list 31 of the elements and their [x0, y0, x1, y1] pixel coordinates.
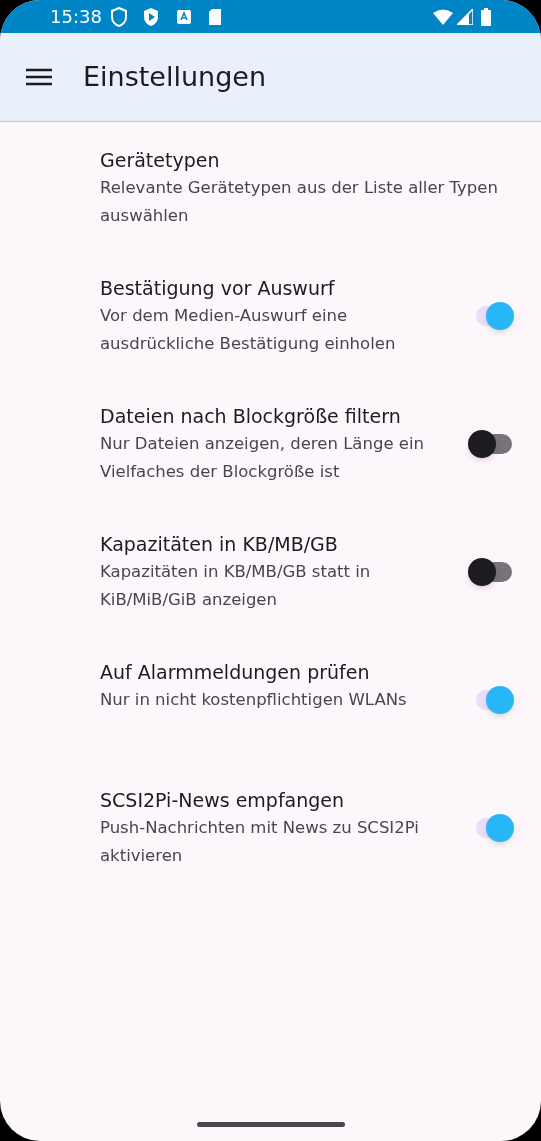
signal-icon — [457, 8, 473, 25]
setting-title: SCSI2Pi-News empfangen — [100, 788, 346, 813]
sd-card-icon — [207, 7, 222, 26]
app-title: Einstellungen — [83, 59, 267, 94]
menu-icon[interactable] — [26, 68, 52, 86]
setting-title: Dateien nach Blockgröße filtern — [100, 404, 402, 429]
settings-item[interactable]: Dateien nach Blockgröße filtern Nur Dateien anzeigen, deren Länge ein Vielfaches der Blockgröße ist — [0, 402, 541, 530]
settings-item[interactable]: Gerätetypen Relevante Gerätetypen aus der Liste aller Typen auswählen — [0, 146, 541, 274]
settings-item[interactable]: SCSI2Pi-News empfangen Push-Nachrichten mit News zu SCSI2Pi aktivieren — [0, 786, 541, 914]
setting-summary: Nur in nicht kostenpflichtigen WLANs — [100, 689, 408, 711]
play-shield-icon — [141, 6, 160, 27]
setting-summary: Nur Dateien anzeigen, deren Länge ein Vielfaches der Blockgröße ist — [100, 433, 425, 483]
setting-summary: Push-Nachrichten mit News zu SCSI2Pi aktivieren — [100, 817, 420, 867]
shield-icon — [109, 6, 128, 27]
setting-summary: Relevante Gerätetypen aus der Liste aller Typen auswählen — [100, 177, 499, 227]
setting-title: Bestätigung vor Auswurf — [100, 276, 336, 301]
wifi-icon — [433, 8, 453, 25]
keyboard-icon — [175, 8, 192, 25]
home-indicator[interactable] — [196, 1122, 345, 1127]
settings-item[interactable]: Auf Alarmmeldungen prüfen Nur in nicht kostenpflichtigen WLANs — [0, 658, 541, 786]
setting-title: Auf Alarmmeldungen prüfen — [100, 660, 371, 685]
settings-item[interactable]: Bestätigung vor Auswurf Vor dem Medien-Auswurf eine ausdrückliche Bestätigung einholen — [0, 274, 541, 402]
setting-title: Kapazitäten in KB/MB/GB — [100, 532, 339, 557]
status-time: 15:38 — [50, 5, 102, 29]
settings-item[interactable]: Kapazitäten in KB/MB/GB Kapazitäten in KB/MB/GB statt in KiB/MiB/GiB anzeigen — [0, 530, 541, 658]
setting-summary: Vor dem Medien-Auswurf eine ausdrückliche Bestätigung einholen — [100, 305, 397, 355]
setting-title: Gerätetypen — [100, 148, 221, 173]
toggle-switch[interactable] — [468, 556, 514, 588]
battery-icon — [481, 7, 491, 26]
toggle-switch[interactable] — [468, 428, 514, 460]
setting-summary: Kapazitäten in KB/MB/GB statt in KiB/MiB/GiB anzeigen — [100, 561, 372, 611]
